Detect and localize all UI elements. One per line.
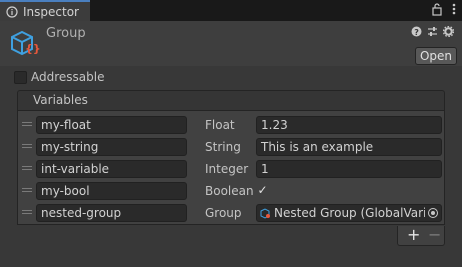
gear-icon[interactable]: [443, 26, 454, 37]
variable-type-label: Boolean: [205, 184, 254, 198]
variable-row: my-bool Boolean ✓: [18, 181, 444, 201]
presets-icon[interactable]: [427, 26, 438, 37]
variable-value-field[interactable]: 1.23: [256, 116, 442, 134]
variables-list: my-float Float 1.23 my-string String Thi…: [17, 110, 445, 225]
inspector-header: {} Group ? Open: [0, 21, 462, 66]
drag-handle-icon[interactable]: [22, 144, 32, 150]
drag-handle-icon[interactable]: [22, 166, 32, 172]
addressable-checkbox[interactable]: [14, 70, 27, 84]
object-picker-icon[interactable]: [428, 208, 438, 218]
addressable-label: Addressable: [31, 70, 105, 84]
object-reference-field[interactable]: Nested Group (GlobalVariablesGroup): [256, 204, 442, 222]
variable-row: nested-group Group Nested Group (GlobalV…: [18, 203, 444, 223]
variables-title: Variables: [33, 93, 88, 107]
variable-value-field[interactable]: 1: [256, 160, 442, 178]
open-button[interactable]: Open: [415, 47, 457, 65]
remove-variable-button[interactable]: −: [428, 226, 441, 244]
variable-name-field[interactable]: my-float: [36, 116, 187, 134]
variable-type-label: Integer: [205, 162, 249, 176]
drag-handle-icon[interactable]: [22, 188, 32, 194]
drag-handle-icon[interactable]: [22, 122, 32, 128]
addressable-row: Addressable: [14, 70, 104, 84]
variable-name-field[interactable]: my-bool: [36, 182, 187, 200]
variables-list-header: Variables: [17, 90, 445, 111]
variables-group-asset-icon: {}: [11, 30, 40, 56]
variable-row: int-variable Integer 1: [18, 159, 444, 179]
variable-row: my-float Float 1.23: [18, 115, 444, 135]
object-reference-label: Nested Group (GlobalVariablesGroup): [274, 206, 425, 220]
variable-name-field[interactable]: my-string: [36, 138, 187, 156]
tab-title: Inspector: [23, 4, 79, 19]
variable-row: my-string String This is an example: [18, 137, 444, 157]
svg-text:{}: {}: [25, 42, 40, 55]
boolean-checkbox[interactable]: ✓: [256, 184, 269, 197]
variable-name-field[interactable]: int-variable: [36, 160, 187, 178]
lock-icon[interactable]: [432, 2, 442, 16]
variables-group-icon: [260, 207, 270, 219]
variable-name-field[interactable]: nested-group: [36, 204, 187, 222]
object-name: Group: [46, 26, 86, 41]
tab-bar: Inspector: [0, 0, 462, 21]
drag-handle-icon[interactable]: [22, 210, 32, 216]
svg-text:?: ?: [414, 28, 419, 37]
help-icon[interactable]: ?: [411, 26, 422, 37]
variable-type-label: Group: [205, 206, 242, 220]
tab-inspector[interactable]: Inspector: [0, 0, 90, 21]
info-icon: [6, 5, 18, 18]
kebab-menu-icon[interactable]: [452, 2, 456, 16]
add-variable-button[interactable]: +: [407, 226, 420, 244]
inspector-body: {} Group ? Open Addressable Variables my…: [0, 21, 462, 267]
list-footer: + −: [397, 226, 445, 246]
variable-type-label: String: [205, 140, 241, 154]
variable-type-label: Float: [205, 118, 235, 132]
variable-value-field[interactable]: This is an example: [256, 138, 442, 156]
